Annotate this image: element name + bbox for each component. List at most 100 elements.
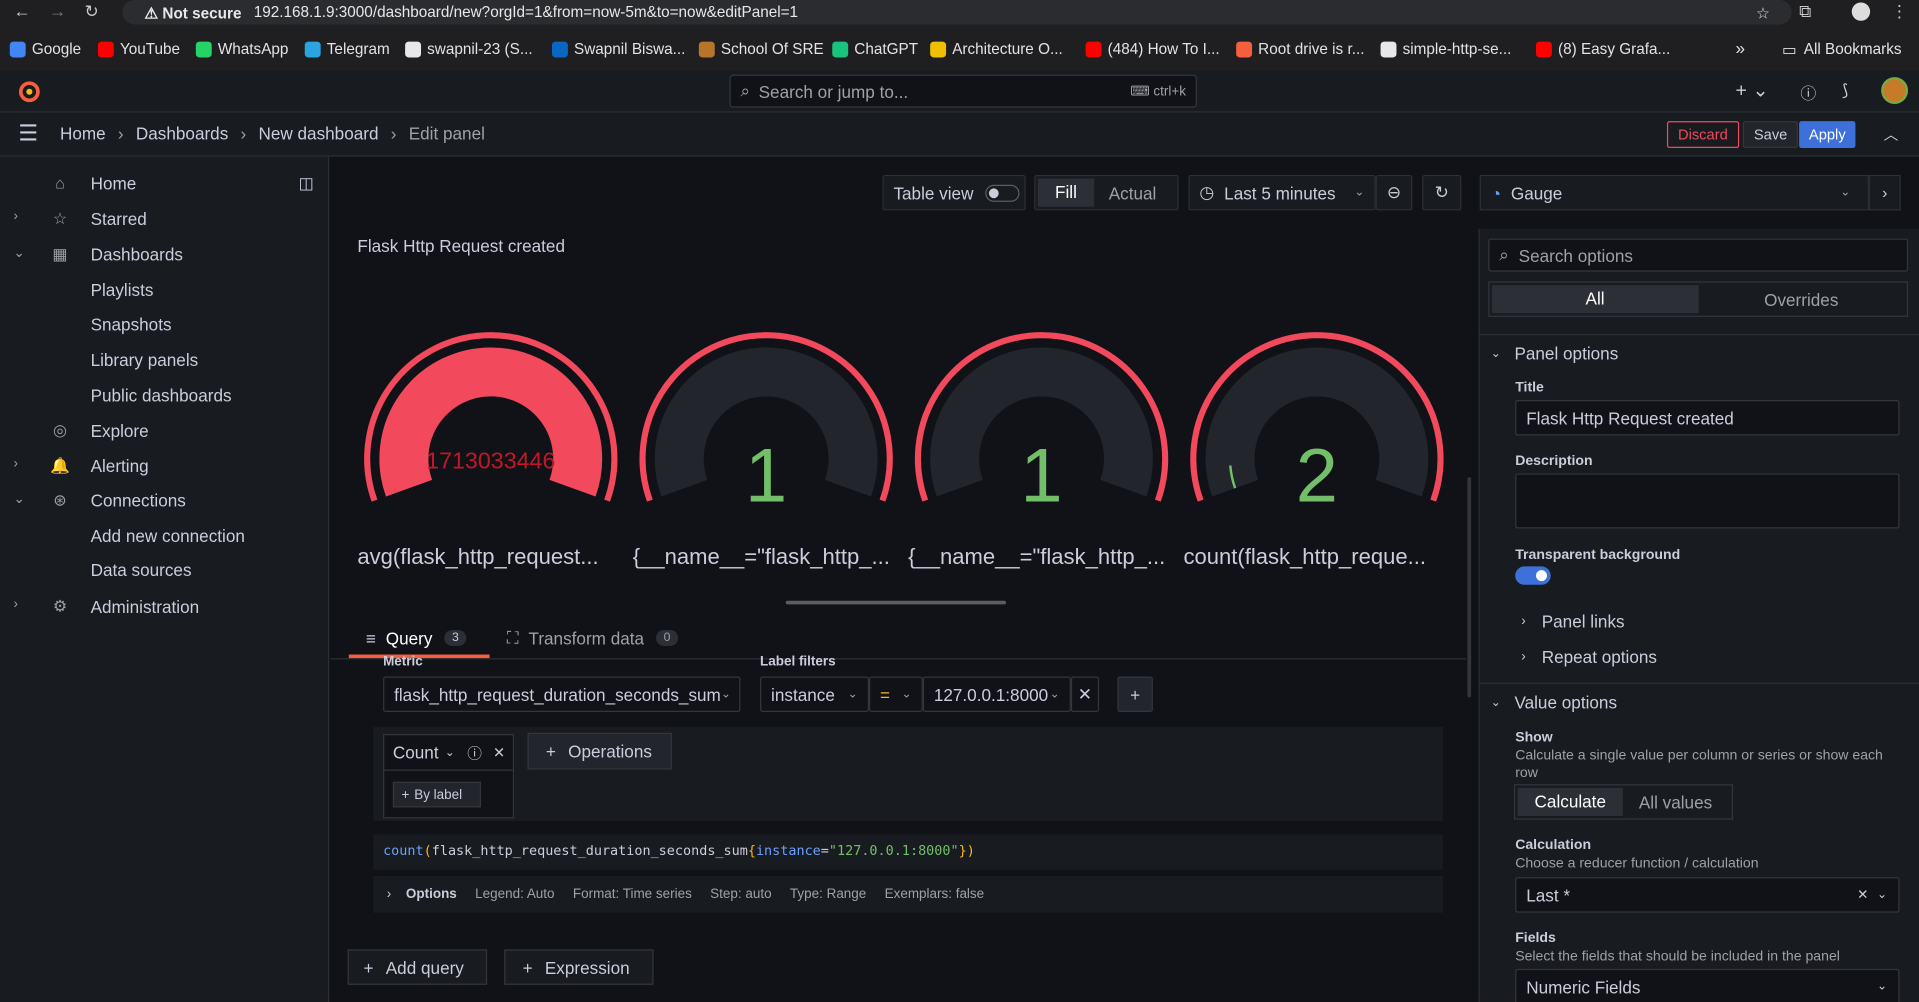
- bookmark-item[interactable]: (8) Easy Grafa...: [1535, 37, 1670, 61]
- bookmark-item[interactable]: WhatsApp: [195, 37, 288, 61]
- actual-button[interactable]: Actual: [1094, 183, 1171, 203]
- sidebar-item-snapshots[interactable]: Snapshots: [0, 308, 329, 340]
- discard-button[interactable]: Discard: [1666, 121, 1739, 149]
- bookmark-item[interactable]: YouTube: [97, 37, 180, 61]
- chevron-right-icon[interactable]: ›: [13, 597, 17, 612]
- add-new-icon[interactable]: + ⌄: [1735, 78, 1768, 102]
- refresh-button[interactable]: ↻: [1422, 174, 1462, 211]
- add-filter-button[interactable]: +: [1117, 676, 1153, 713]
- bookmark-item[interactable]: Telegram: [304, 37, 390, 61]
- search-options-input[interactable]: ⌕ Search options: [1488, 238, 1909, 272]
- bookmark-item[interactable]: School Of SRE: [698, 37, 824, 61]
- bookmark-item[interactable]: Google: [9, 37, 81, 61]
- not-secure-badge[interactable]: ⚠ Not secure: [144, 3, 241, 21]
- save-button[interactable]: Save: [1742, 121, 1799, 149]
- panel-links-section[interactable]: › Panel links: [1521, 612, 1624, 632]
- back-icon[interactable]: ←: [13, 1, 30, 21]
- panel-options-section[interactable]: ⌄ Panel options: [1491, 344, 1619, 364]
- tab-all[interactable]: All: [1491, 285, 1699, 314]
- breadcrumb-new-dashboard[interactable]: New dashboard: [258, 124, 378, 144]
- chevron-right-icon[interactable]: ›: [13, 209, 17, 224]
- bookmark-item[interactable]: Root drive is r...: [1236, 37, 1364, 61]
- expression-button[interactable]: + Expression: [504, 949, 654, 985]
- forward-icon[interactable]: →: [49, 1, 66, 21]
- apply-button[interactable]: Apply: [1799, 121, 1856, 149]
- operator-select[interactable]: = ⌄: [868, 676, 923, 713]
- reload-icon[interactable]: ↻: [84, 1, 98, 22]
- sidebar-item-explore[interactable]: ◎ Explore: [0, 415, 329, 447]
- fields-select[interactable]: Numeric Fields ⌄: [1515, 968, 1900, 1002]
- panel-scrollbar[interactable]: [1467, 477, 1472, 698]
- sidebar-item-administration[interactable]: › ⚙ Administration: [0, 591, 329, 623]
- label-value-select[interactable]: 127.0.0.1:8000 ⌄: [922, 676, 1071, 713]
- chevron-right-icon[interactable]: ›: [13, 456, 17, 471]
- sidebar-item-starred[interactable]: › ☆ Starred: [0, 203, 329, 235]
- bookmark-item[interactable]: swapnil-23 (S...: [405, 37, 533, 61]
- metric-select[interactable]: flask_http_request_duration_seconds_sum ⌄: [383, 676, 741, 713]
- tab-transform[interactable]: ⛶ Transform data 0: [507, 621, 678, 654]
- calculate-option[interactable]: Calculate: [1517, 787, 1623, 817]
- operations-button[interactable]: + Operations: [527, 732, 672, 770]
- promql-preview[interactable]: count(flask_http_request_duration_second…: [373, 834, 1443, 870]
- description-textarea[interactable]: [1515, 473, 1900, 529]
- bookmarks-overflow-icon[interactable]: »: [1735, 38, 1745, 58]
- label-key-select[interactable]: instance ⌄: [760, 676, 869, 713]
- time-range-picker[interactable]: ◷ Last 5 minutes ⌄: [1188, 174, 1376, 211]
- tab-query[interactable]: ≡ Query 3: [348, 621, 490, 659]
- add-query-button[interactable]: + Add query: [347, 949, 488, 985]
- extensions-icon[interactable]: ⧉: [1799, 1, 1811, 22]
- zoom-out-button[interactable]: ⊖: [1375, 174, 1413, 211]
- sidebar-item-public-dashboards[interactable]: Public dashboards: [0, 379, 329, 411]
- bookmark-item[interactable]: Swapnil Biswa...: [551, 37, 685, 61]
- panel-title-input[interactable]: Flask Http Request created: [1515, 400, 1900, 436]
- news-feed-icon[interactable]: ⟆: [1842, 81, 1848, 101]
- menu-toggle-icon[interactable]: ☰: [18, 121, 38, 147]
- bookmark-item[interactable]: ChatGPT: [832, 37, 918, 61]
- bookmark-star-icon[interactable]: ☆: [1756, 3, 1770, 21]
- tab-overrides[interactable]: Overrides: [1698, 289, 1904, 309]
- global-search-input[interactable]: ⌕ Search or jump to... ⌨ ctrl+k: [729, 74, 1197, 108]
- profile-avatar[interactable]: [1851, 2, 1871, 21]
- visualization-picker[interactable]: ◔ Gauge ⌄: [1479, 174, 1869, 211]
- sidebar-item-dashboards[interactable]: ⌄ ▦ Dashboards: [0, 239, 329, 271]
- value-options-section[interactable]: ⌄ Value options: [1491, 692, 1617, 712]
- toggle-switch[interactable]: [985, 184, 1020, 202]
- table-view-toggle[interactable]: Table view: [882, 174, 1026, 211]
- close-options-pane-button[interactable]: ›: [1868, 174, 1901, 211]
- close-icon[interactable]: ✕: [493, 744, 505, 761]
- transparent-bg-toggle[interactable]: [1515, 566, 1551, 585]
- sidebar-item-alerting[interactable]: › 🔔 Alerting: [0, 450, 329, 482]
- remove-filter-button[interactable]: ✕: [1070, 676, 1100, 713]
- chevron-down-icon[interactable]: ⌄: [13, 245, 24, 261]
- user-avatar[interactable]: [1881, 77, 1909, 104]
- sidebar-item-playlists[interactable]: Playlists: [0, 274, 329, 306]
- breadcrumb-dashboards[interactable]: Dashboards: [136, 124, 228, 144]
- sidebar-item-add-new-connection[interactable]: Add new connection: [0, 520, 329, 552]
- address-bar[interactable]: ⚠ Not secure 192.168.1.9:3000/dashboard/…: [122, 0, 1792, 25]
- chevron-down-icon[interactable]: ⌄: [13, 491, 24, 507]
- browser-menu-icon[interactable]: ⋮: [1891, 1, 1908, 22]
- sidebar-item-data-sources[interactable]: Data sources: [0, 554, 329, 586]
- sidebar-item-home[interactable]: ⌂ Home: [0, 168, 329, 200]
- bookmark-item[interactable]: Architecture O...: [930, 37, 1063, 61]
- help-icon[interactable]: ⓘ: [1800, 81, 1816, 104]
- operation-name[interactable]: Count: [393, 743, 439, 763]
- bookmark-item[interactable]: (484) How To I...: [1085, 37, 1220, 61]
- sidebar-item-library-panels[interactable]: Library panels: [0, 344, 329, 376]
- grafana-logo-icon[interactable]: [17, 80, 41, 104]
- resize-handle[interactable]: [785, 600, 1007, 605]
- clear-icon[interactable]: ✕: [1857, 887, 1868, 903]
- fill-button[interactable]: Fill: [1037, 178, 1095, 207]
- breadcrumb-home[interactable]: Home: [60, 124, 106, 144]
- chevron-down-icon[interactable]: ⌄: [445, 746, 455, 759]
- all-bookmarks[interactable]: ▭ All Bookmarks: [1782, 37, 1902, 61]
- all-values-option[interactable]: All values: [1623, 792, 1728, 812]
- repeat-options-section[interactable]: › Repeat options: [1521, 647, 1657, 667]
- collapse-icon[interactable]: ︿: [1884, 124, 1899, 145]
- calculation-select[interactable]: Last * ✕ ⌄: [1515, 877, 1900, 913]
- query-options-row[interactable]: › Options Legend: Auto Format: Time seri…: [373, 875, 1443, 913]
- info-icon[interactable]: ⓘ: [467, 742, 482, 763]
- by-label-button[interactable]: + By label: [392, 781, 481, 808]
- sidebar-item-connections[interactable]: ⌄ ⊛ Connections: [0, 484, 329, 516]
- bookmark-item[interactable]: simple-http-se...: [1380, 37, 1511, 61]
